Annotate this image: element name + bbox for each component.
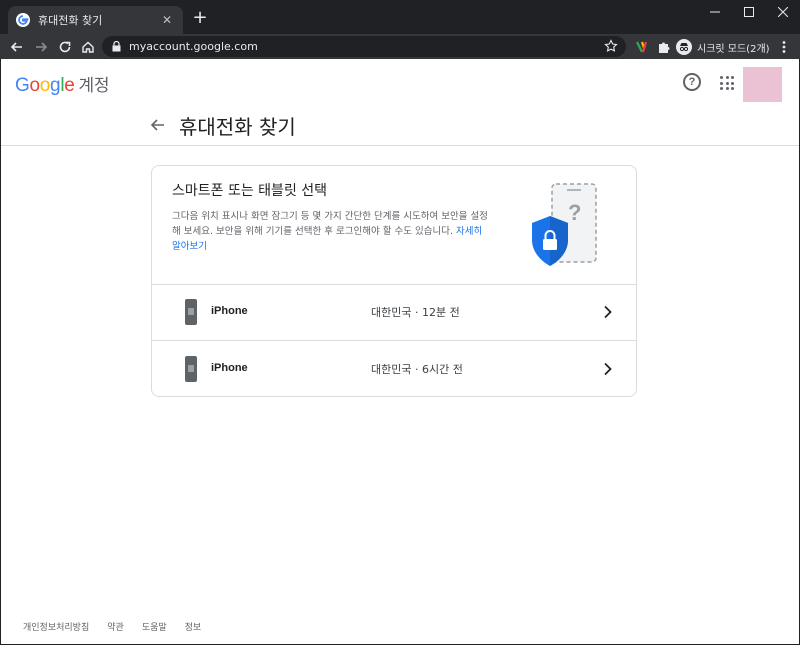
page-title-bar: 휴대전화 찾기 [1,106,799,146]
back-arrow-icon[interactable] [149,116,167,134]
device-location-time: 대한민국 · 12분 전 [371,306,460,319]
phone-icon [185,299,197,325]
forward-button[interactable] [31,37,51,57]
reload-icon [59,41,71,53]
device-select-card: 스마트폰 또는 태블릿 선택 그다음 위치 표시나 화면 잠그기 등 몇 가지 … [151,165,637,397]
page-title: 휴대전화 찾기 [179,115,296,139]
close-icon [778,7,788,17]
reload-button[interactable] [55,37,75,57]
browser-tab[interactable]: 휴대전화 찾기 ✕ [8,6,183,34]
extension-button[interactable] [632,37,652,57]
maximize-icon [744,7,754,17]
close-window-button[interactable] [766,0,800,24]
bookmark-star-icon[interactable] [604,39,618,53]
address-bar[interactable]: myaccount.google.com [102,36,626,57]
phone-security-illustration-icon: ? [532,183,597,266]
card-intro: 스마트폰 또는 태블릿 선택 그다음 위치 표시나 화면 잠그기 등 몇 가지 … [152,166,636,285]
google-logo-letter: e [64,75,75,96]
google-account-header: Google 계정 ? [1,59,799,106]
apps-grid-icon[interactable] [720,76,734,90]
minimize-icon [710,11,720,13]
incognito-profile-button[interactable]: 시크릿 모드(2개) [676,37,770,57]
extension-colorful-icon [636,41,648,53]
footer-link-help[interactable]: 도움말 [142,620,167,633]
device-row[interactable]: iPhone 대한민국 · 12분 전 [152,285,636,341]
browser-tab-strip: 휴대전화 찾기 ✕ + [0,0,800,34]
google-account-logo[interactable]: Google 계정 [15,71,110,97]
profile-avatar[interactable] [743,67,782,102]
footer-link-privacy[interactable]: 개인정보처리방침 [23,620,89,633]
arrow-right-icon [36,42,48,52]
device-name: iPhone [211,362,248,374]
maximize-button[interactable] [732,0,766,24]
device-location-time: 대한민국 · 6시간 전 [371,363,463,376]
footer-links: 개인정보처리방침 약관 도움말 정보 [23,620,201,633]
new-tab-button[interactable]: + [190,8,210,28]
back-button[interactable] [7,37,27,57]
home-icon [82,41,94,53]
browser-menu-button[interactable] [774,37,794,57]
tab-title: 휴대전화 찾기 [38,14,103,27]
device-name: iPhone [211,305,248,317]
puzzle-icon [659,42,670,53]
google-logo-letter: o [29,75,40,96]
arrow-left-icon [10,42,22,52]
account-label: 계정 [78,76,110,96]
description-text: 그다음 위치 표시나 화면 잠그기 등 몇 가지 간단한 단계를 시도하여 보안… [172,211,488,237]
card-description: 그다음 위치 표시나 화면 잠그기 등 몇 가지 간단한 단계를 시도하여 보안… [172,209,492,254]
more-vert-icon [782,41,786,53]
web-page: Google 계정 ? 휴대전화 찾기 스마트폰 또는 태블릿 선택 그다음 위치… [1,59,799,644]
google-favicon-icon [16,13,30,27]
google-logo-letter: o [39,75,51,96]
phone-icon [185,356,197,382]
incognito-label: 시크릿 모드(2개) [697,43,770,55]
minimize-button[interactable] [698,0,732,24]
google-logo-letter: G [15,75,30,96]
chevron-right-icon [604,362,612,376]
tab-close-icon[interactable]: ✕ [159,13,175,27]
chevron-right-icon [604,305,612,319]
lock-icon [112,41,121,52]
extensions-menu-button[interactable] [654,37,674,57]
home-button[interactable] [78,37,98,57]
google-logo-letter: g [50,75,61,96]
device-row[interactable]: iPhone 대한민국 · 6시간 전 [152,342,636,398]
url-text: myaccount.google.com [129,40,258,53]
footer-link-terms[interactable]: 약관 [107,620,124,633]
browser-toolbar: myaccount.google.com 시크릿 모드(2개) [0,34,800,59]
footer-link-about[interactable]: 정보 [185,620,202,633]
card-heading: 스마트폰 또는 태블릿 선택 [172,183,328,199]
google-logo: Google [15,75,75,96]
help-icon[interactable]: ? [683,73,701,91]
incognito-icon [676,39,692,55]
svg-text:?: ? [568,200,581,225]
